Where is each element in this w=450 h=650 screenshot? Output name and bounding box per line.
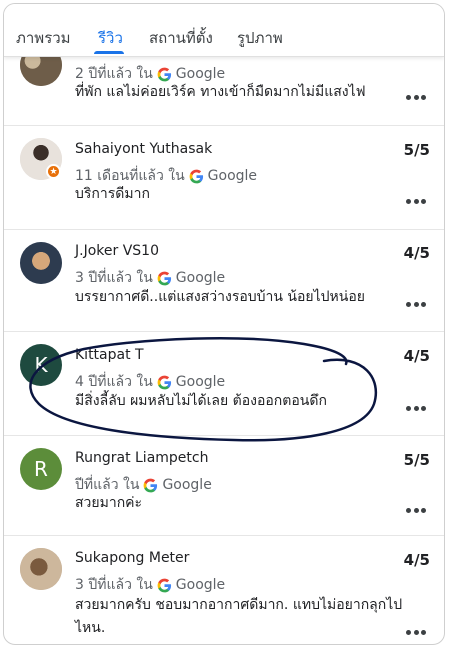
source-label: Google xyxy=(175,374,226,390)
reviewer-name[interactable]: Sahaiyont Yuthasak xyxy=(75,141,212,157)
reviewer-name[interactable]: J.Joker VS10 xyxy=(75,243,159,259)
reviewer-name[interactable]: Kittapat T xyxy=(75,347,144,363)
review-time: 3 ปีที่แล้ว ใน xyxy=(75,577,153,593)
tab-photos[interactable]: รูปภาพ xyxy=(237,26,283,50)
more-options-icon[interactable] xyxy=(406,507,426,513)
more-options-icon[interactable] xyxy=(406,405,426,411)
review-text: บรรยากาศดี..แต่แสงสว่างรอบบ้าน น้อยไปหน่… xyxy=(75,289,365,305)
review-rating: 4/5 xyxy=(403,347,430,365)
review-item: R Rungrat Liampetch 5/5 ปีที่แล้ว ใน Goo… xyxy=(4,436,444,536)
reviewer-name[interactable]: Rungrat Liampetch xyxy=(75,450,208,466)
avatar[interactable]: K xyxy=(20,344,62,386)
more-options-icon[interactable] xyxy=(406,94,426,100)
review-item: J.Joker VS10 4/5 3 ปีที่แล้ว ใน Google บ… xyxy=(4,230,444,332)
review-rating: 5/5 xyxy=(403,141,430,159)
more-options-icon[interactable] xyxy=(406,301,426,307)
source-label: Google xyxy=(175,577,226,593)
source-label: Google xyxy=(175,270,226,286)
google-icon xyxy=(157,67,171,81)
source-label: Google xyxy=(175,66,226,82)
google-icon xyxy=(189,169,203,183)
avatar[interactable]: R xyxy=(20,448,62,490)
google-icon xyxy=(144,478,158,492)
review-text: บริการดีมาก xyxy=(75,186,150,202)
tab-overview[interactable]: ภาพรวม xyxy=(16,26,71,50)
review-text: สวยมากค่ะ xyxy=(75,495,143,511)
google-icon xyxy=(157,271,171,285)
review-item: Sukapong Meter 4/5 3 ปีที่แล้ว ใน Google… xyxy=(4,536,444,644)
active-tab-indicator xyxy=(94,51,124,54)
reviewer-name[interactable]: Sukapong Meter xyxy=(75,550,189,566)
review-rating: 4/5 xyxy=(403,244,430,262)
avatar[interactable] xyxy=(20,548,62,590)
tab-reviews[interactable]: รีวิว xyxy=(98,26,123,50)
review-item: K Kittapat T 4/5 4 ปีที่แล้ว ใน Google ม… xyxy=(4,332,444,436)
tab-location[interactable]: สถานที่ตั้ง xyxy=(149,26,213,50)
review-meta: 3 ปีที่แล้ว ใน Google xyxy=(75,574,225,596)
review-text: มีสิ่งลี้ลับ ผมหลับไม่ได้เลย ต้องออกตอนด… xyxy=(75,393,327,409)
reviews-panel: ภาพรวม รีวิว สถานที่ตั้ง รูปภาพ 2 ปีที่แ… xyxy=(3,3,445,645)
review-rating: 5/5 xyxy=(403,451,430,469)
source-label: Google xyxy=(207,168,258,184)
more-options-icon[interactable] xyxy=(406,629,426,635)
avatar[interactable] xyxy=(20,242,62,284)
review-text: สวยมากครับ ชอบมากอากาศดีมาก. แทบไม่อยากล… xyxy=(75,597,403,636)
local-guide-star-icon: ★ xyxy=(46,164,61,179)
more-options-icon[interactable] xyxy=(406,198,426,204)
google-icon xyxy=(157,375,171,389)
google-icon xyxy=(157,578,171,592)
tab-bar: ภาพรวม รีวิว สถานที่ตั้ง รูปภาพ xyxy=(4,4,444,57)
review-rating: 4/5 xyxy=(403,551,430,569)
review-text: ที่พัก แลไม่ค่อยเวิร์ค ทางเข้าก็มืดมากไม… xyxy=(75,84,366,100)
source-label: Google xyxy=(162,477,212,493)
review-item: ★ Sahaiyont Yuthasak 5/5 11 เดือนที่แล้ว… xyxy=(4,126,444,230)
